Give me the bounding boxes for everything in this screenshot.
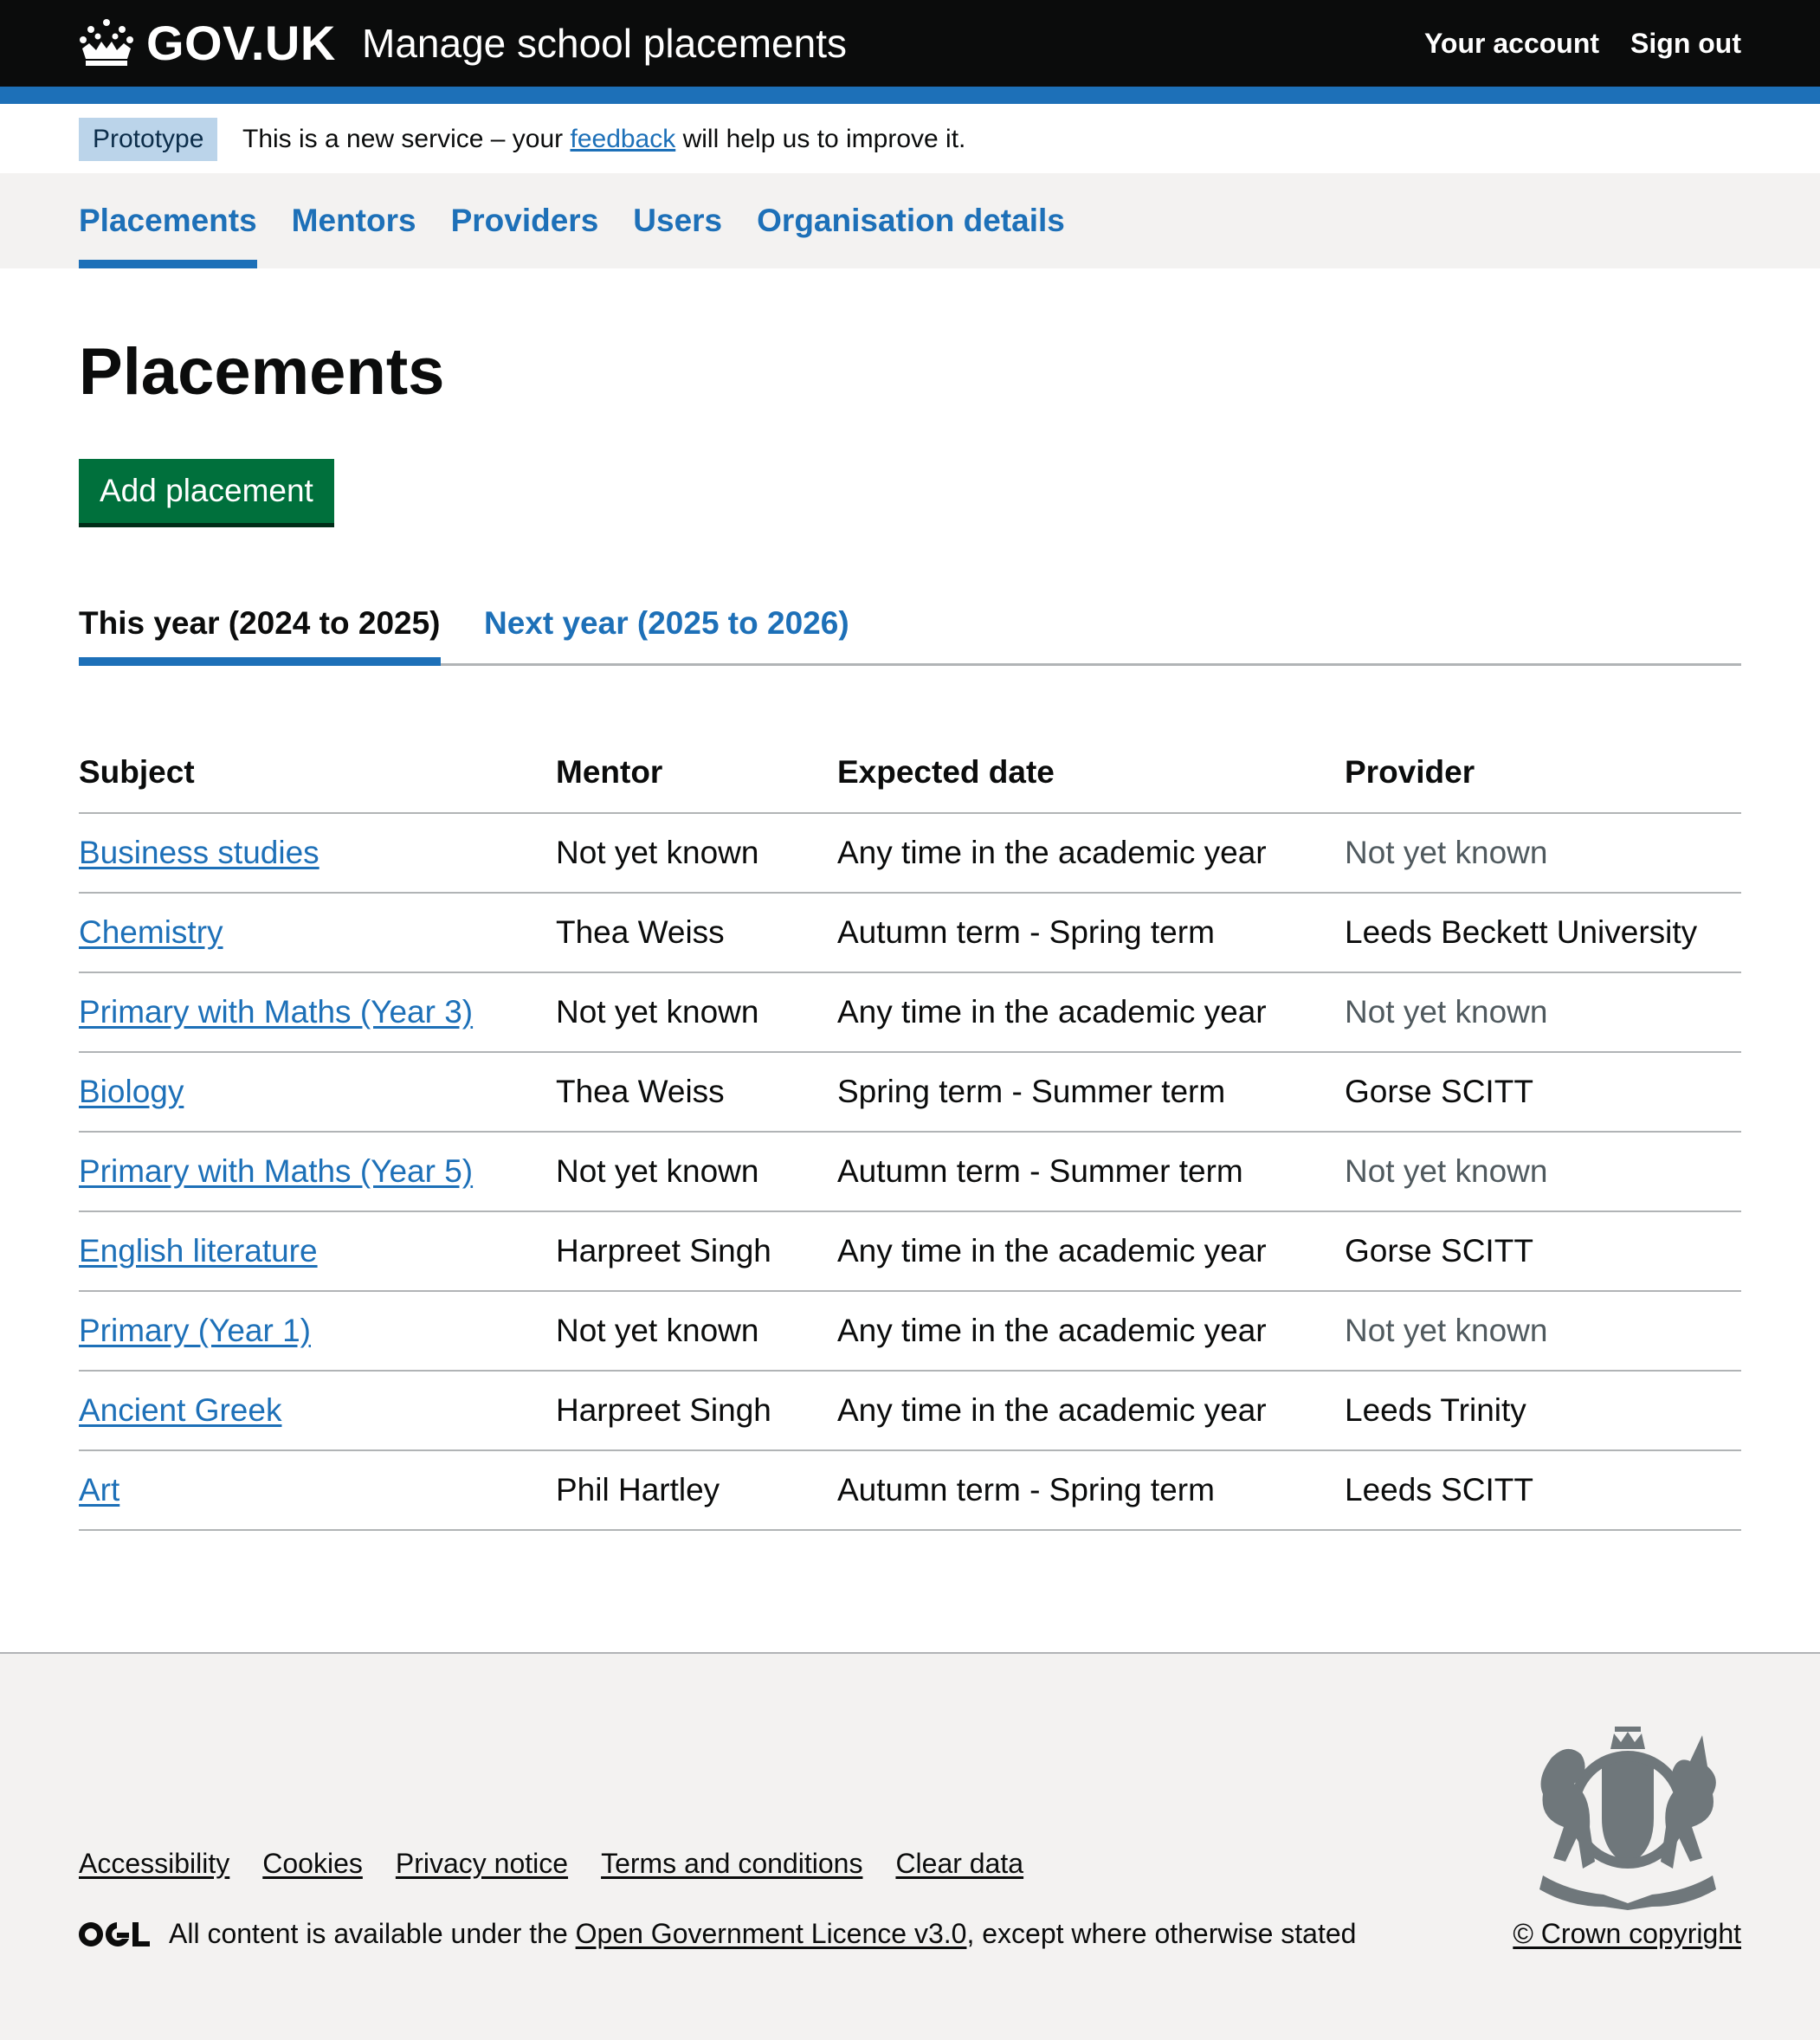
provider-cell: Not yet known xyxy=(1345,1132,1741,1212)
mentor-cell: Not yet known xyxy=(556,1132,837,1212)
nav-link-organisation-details[interactable]: Organisation details xyxy=(757,173,1065,268)
mentor-cell: Not yet known xyxy=(556,972,837,1053)
govuk-header: GOV.UK Manage school placements Your acc… xyxy=(0,0,1820,87)
provider-cell: Leeds SCITT xyxy=(1345,1450,1741,1531)
phase-tag: Prototype xyxy=(79,118,218,161)
licence-row: All content is available under the Open … xyxy=(79,1918,1356,1950)
header-subject: Subject xyxy=(79,733,556,814)
feedback-link[interactable]: feedback xyxy=(570,125,675,153)
table-header-row: Subject Mentor Expected date Provider xyxy=(79,733,1741,814)
table-row: Art Phil Hartley Autumn term - Spring te… xyxy=(79,1450,1741,1531)
provider-cell: Not yet known xyxy=(1345,813,1741,894)
expected-date-cell: Any time in the academic year xyxy=(837,1371,1345,1451)
nav-item-providers: Providers xyxy=(451,173,599,268)
table-row: English literature Harpreet Singh Any ti… xyxy=(79,1211,1741,1292)
nav-item-mentors: Mentors xyxy=(292,173,416,268)
licence-text: All content is available under the Open … xyxy=(169,1918,1356,1950)
nav-item-organisation-details: Organisation details xyxy=(757,173,1065,268)
mentor-cell: Harpreet Singh xyxy=(556,1211,837,1292)
mentor-cell: Not yet known xyxy=(556,813,837,894)
subject-link[interactable]: Primary with Maths (Year 5) xyxy=(79,1153,473,1189)
subject-link[interactable]: Primary (Year 1) xyxy=(79,1313,311,1348)
header-expected-date: Expected date xyxy=(837,733,1345,814)
expected-date-cell: Autumn term - Spring term xyxy=(837,1450,1345,1531)
expected-date-cell: Spring term - Summer term xyxy=(837,1052,1345,1133)
placements-table: Subject Mentor Expected date Provider Bu… xyxy=(79,733,1741,1531)
header-mentor: Mentor xyxy=(556,733,837,814)
add-placement-button[interactable]: Add placement xyxy=(79,459,334,523)
mentor-cell: Not yet known xyxy=(556,1291,837,1372)
footer-link-clear-data[interactable]: Clear data xyxy=(895,1848,1023,1880)
crown-copyright-link[interactable]: © Crown copyright xyxy=(1513,1918,1741,1950)
phase-banner-text: This is a new service – your feedback wi… xyxy=(242,121,965,158)
nav-link-mentors[interactable]: Mentors xyxy=(292,173,416,268)
header-provider: Provider xyxy=(1345,733,1741,814)
provider-cell: Gorse SCITT xyxy=(1345,1052,1741,1133)
subject-link[interactable]: Biology xyxy=(79,1074,184,1109)
table-row: Chemistry Thea Weiss Autumn term - Sprin… xyxy=(79,893,1741,973)
nav-item-placements: Placements xyxy=(79,173,257,268)
header-account-nav: Your account Sign out xyxy=(1393,24,1741,62)
expected-date-cell: Autumn term - Spring term xyxy=(837,893,1345,973)
mentor-cell: Thea Weiss xyxy=(556,893,837,973)
table-row: Primary with Maths (Year 5) Not yet know… xyxy=(79,1132,1741,1212)
table-row: Primary with Maths (Year 3) Not yet know… xyxy=(79,972,1741,1053)
table-row: Primary (Year 1) Not yet known Any time … xyxy=(79,1291,1741,1372)
footer-link-cookies[interactable]: Cookies xyxy=(262,1848,363,1880)
header-blue-bar xyxy=(0,87,1820,104)
subject-link[interactable]: Business studies xyxy=(79,835,319,870)
your-account-link[interactable]: Your account xyxy=(1424,24,1599,62)
footer-link-privacy-notice[interactable]: Privacy notice xyxy=(396,1848,568,1880)
provider-cell: Not yet known xyxy=(1345,1291,1741,1372)
licence-text-after: , except where otherwise stated xyxy=(966,1918,1357,1949)
licence-text-before: All content is available under the xyxy=(169,1918,568,1949)
expected-date-cell: Any time in the academic year xyxy=(837,1291,1345,1372)
nav-link-providers[interactable]: Providers xyxy=(451,173,599,268)
provider-cell: Leeds Trinity xyxy=(1345,1371,1741,1451)
nav-link-users[interactable]: Users xyxy=(633,173,722,268)
royal-coat-of-arms-icon xyxy=(1539,1727,1716,1910)
subject-link[interactable]: Primary with Maths (Year 3) xyxy=(79,994,473,1030)
footer: Accessibility Cookies Privacy notice Ter… xyxy=(0,1652,1820,2040)
subject-link[interactable]: Chemistry xyxy=(79,914,223,950)
expected-date-cell: Any time in the academic year xyxy=(837,1211,1345,1292)
open-government-licence-link[interactable]: Open Government Licence v3.0 xyxy=(576,1918,967,1949)
service-name-link[interactable]: Manage school placements xyxy=(362,19,847,68)
expected-date-cell: Any time in the academic year xyxy=(837,813,1345,894)
govuk-logo-link[interactable]: GOV.UK xyxy=(79,12,336,73)
ogl-logo-icon xyxy=(79,1921,150,1946)
provider-cell: Not yet known xyxy=(1345,972,1741,1053)
provider-cell: Leeds Beckett University xyxy=(1345,893,1741,973)
expected-date-cell: Autumn term - Summer term xyxy=(837,1132,1345,1212)
table-row: Ancient Greek Harpreet Singh Any time in… xyxy=(79,1371,1741,1451)
nav-item-users: Users xyxy=(633,173,722,268)
mentor-cell: Harpreet Singh xyxy=(556,1371,837,1451)
phase-text-after: will help us to improve it. xyxy=(682,125,966,153)
table-row: Biology Thea Weiss Spring term - Summer … xyxy=(79,1052,1741,1133)
footer-link-terms-and-conditions[interactable]: Terms and conditions xyxy=(601,1848,862,1880)
mentor-cell: Thea Weiss xyxy=(556,1052,837,1133)
page-title: Placements xyxy=(79,335,445,409)
provider-cell: Gorse SCITT xyxy=(1345,1211,1741,1292)
logo-text: GOV.UK xyxy=(146,15,336,70)
footer-links: Accessibility Cookies Privacy notice Ter… xyxy=(79,1848,1056,1880)
nav-link-placements[interactable]: Placements xyxy=(79,173,257,268)
primary-navigation: Placements Mentors Providers Users Organ… xyxy=(0,173,1820,268)
crown-icon xyxy=(80,19,133,66)
table-row: Business studies Not yet known Any time … xyxy=(79,813,1741,894)
expected-date-cell: Any time in the academic year xyxy=(837,972,1345,1053)
subject-link[interactable]: Art xyxy=(79,1472,119,1507)
sign-out-link[interactable]: Sign out xyxy=(1630,24,1741,62)
mentor-cell: Phil Hartley xyxy=(556,1450,837,1531)
tab-this-year[interactable]: This year (2024 to 2025) xyxy=(79,589,441,666)
phase-banner: Prototype This is a new service – your f… xyxy=(0,104,1820,173)
subject-link[interactable]: English literature xyxy=(79,1233,318,1269)
tab-next-year[interactable]: Next year (2025 to 2026) xyxy=(484,589,849,663)
phase-text-before: This is a new service – your xyxy=(242,125,564,153)
subject-link[interactable]: Ancient Greek xyxy=(79,1392,281,1428)
year-tabs: This year (2024 to 2025) Next year (2025… xyxy=(79,589,1741,666)
footer-link-accessibility[interactable]: Accessibility xyxy=(79,1848,229,1880)
